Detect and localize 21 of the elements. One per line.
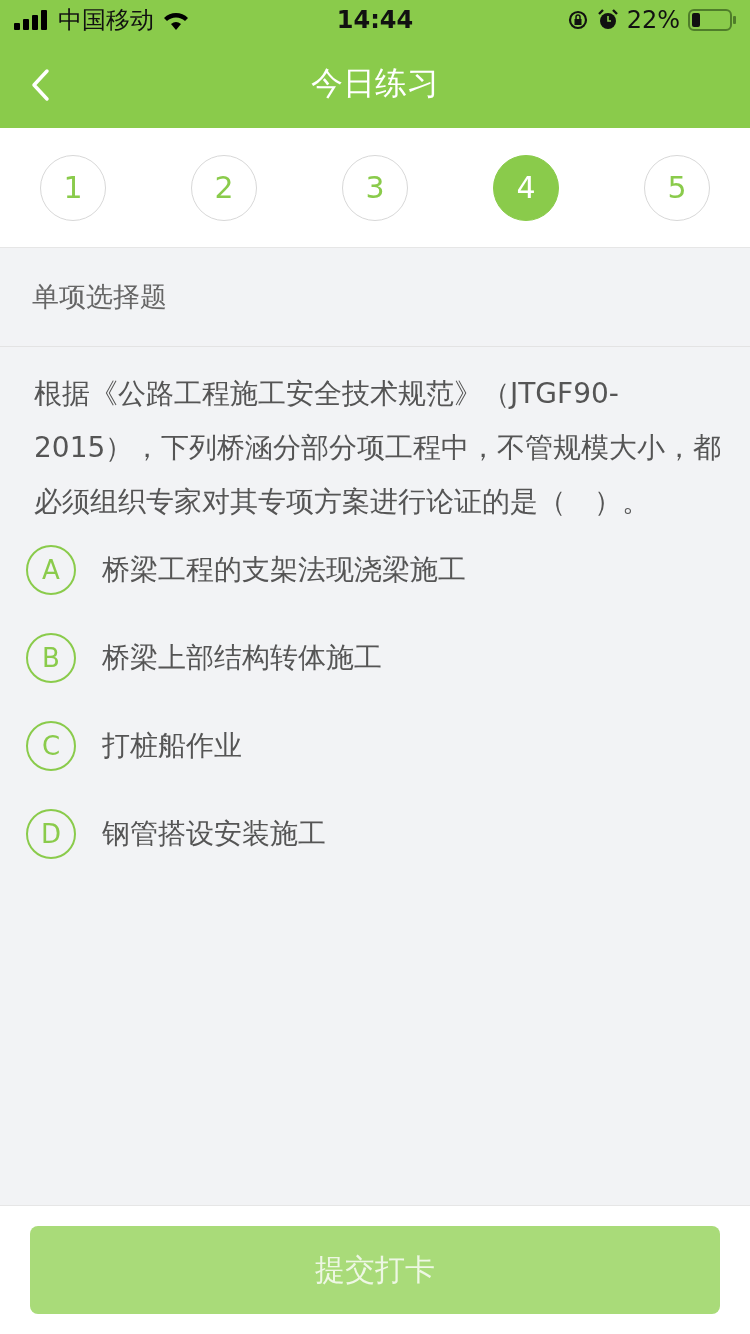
answer-option[interactable]: B 桥梁上部结构转体施工 bbox=[26, 633, 382, 683]
question-number-button[interactable]: 1 bbox=[40, 154, 106, 221]
carrier-name: 中国移动 bbox=[58, 5, 154, 36]
question-number-button[interactable]: 4 bbox=[493, 154, 559, 221]
answer-option[interactable]: D 钢管搭设安装施工 bbox=[26, 809, 326, 859]
answer-option[interactable]: A 桥梁工程的支架法现浇梁施工 bbox=[26, 545, 466, 595]
question-number-button[interactable]: 2 bbox=[191, 154, 257, 221]
alarm-icon bbox=[596, 9, 619, 31]
signal-icon bbox=[14, 10, 50, 30]
status-time: 14:44 bbox=[336, 6, 414, 34]
answer-option[interactable]: C 打桩船作业 bbox=[26, 721, 242, 771]
question-text: 根据《公路工程施工安全技术规范》（JTGF90-2015），下列桥涵分部分项工程中，不管规模大小，都必须组织专家对其专项方案进行论证的是（ ）。 bbox=[34, 376, 723, 520]
wifi-icon bbox=[162, 10, 190, 30]
battery-percent: 22% bbox=[626, 6, 680, 34]
page-title: 今日练习 bbox=[311, 63, 439, 104]
back-chevron-icon bbox=[30, 68, 50, 102]
question-number-button[interactable]: 5 bbox=[644, 154, 710, 221]
rotation-lock-icon bbox=[566, 9, 589, 31]
battery-icon bbox=[688, 9, 736, 31]
question-type-label: 单项选择题 bbox=[32, 280, 167, 314]
question-number-button[interactable]: 3 bbox=[342, 154, 408, 221]
